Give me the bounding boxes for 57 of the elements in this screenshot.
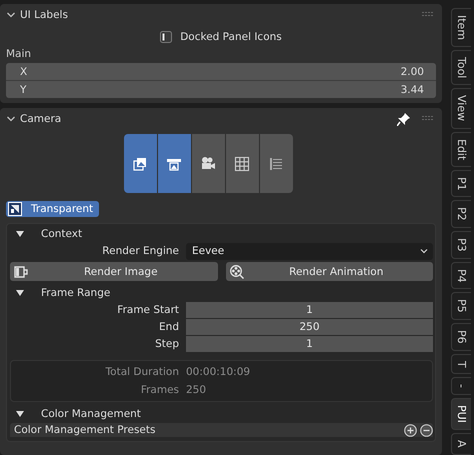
subpanel-title[interactable]: Frame Range: [41, 286, 110, 298]
sidebar-tab[interactable]: -: [451, 377, 471, 396]
list-icon: [268, 156, 284, 172]
panel-title[interactable]: UI Labels: [20, 9, 418, 21]
movie-camera-icon: [200, 156, 216, 172]
field-label: Render Engine: [101, 245, 180, 257]
sidebar-tab[interactable]: PUI: [451, 398, 471, 430]
checkbox[interactable]: [160, 31, 172, 43]
film-reel-icon: [230, 264, 244, 278]
mode-button[interactable]: [124, 134, 156, 193]
number-field[interactable]: X 2.00: [6, 63, 436, 80]
group-label: Main: [5, 47, 32, 61]
sidebar-tab[interactable]: Edit: [451, 132, 471, 167]
sidebar-tab[interactable]: T: [451, 354, 471, 374]
sidebar-tab[interactable]: View: [451, 88, 471, 129]
checkbox-label: Docked Panel Icons: [180, 31, 282, 43]
sidebar-tab[interactable]: P1: [451, 170, 471, 198]
field-label: Step: [154, 338, 180, 350]
add-icon[interactable]: [404, 424, 417, 436]
mode-button[interactable]: [260, 134, 292, 193]
transparency-icon: [8, 202, 22, 216]
render-image-button[interactable]: Render Image: [10, 262, 218, 281]
mode-button[interactable]: [226, 134, 258, 193]
info-value: 250: [186, 384, 206, 396]
remove-icon[interactable]: [420, 424, 433, 436]
mode-button[interactable]: [158, 134, 190, 193]
subpanel-title[interactable]: Color Management: [41, 408, 141, 420]
number-field[interactable]: Y 3.44: [6, 81, 436, 98]
sidebar-tab[interactable]: P4: [451, 262, 471, 290]
info-label: Frames: [140, 384, 180, 396]
info-label: Total Duration: [104, 366, 180, 378]
drag-grip-icon: [422, 115, 434, 123]
sidebar-tab[interactable]: P6: [451, 323, 471, 351]
sidebar-tab[interactable]: Item: [451, 8, 471, 48]
field-label: End: [158, 321, 180, 333]
grid-icon: [234, 156, 250, 172]
number-field[interactable]: 250: [186, 319, 433, 335]
subpanel-title[interactable]: Context: [41, 228, 82, 240]
pin-icon[interactable]: [397, 112, 410, 126]
number-field[interactable]: 1: [186, 302, 433, 318]
sidebar-tab[interactable]: Tool: [451, 50, 471, 86]
sidebar-tab[interactable]: P3: [451, 231, 471, 259]
mode-button[interactable]: [192, 134, 224, 193]
number-field[interactable]: 1: [186, 336, 433, 352]
sidebar-tab[interactable]: A: [451, 433, 471, 455]
images-icon: [132, 156, 148, 172]
toggle-button[interactable]: Transparent: [6, 201, 100, 217]
panel-title[interactable]: Camera: [20, 113, 393, 125]
info-value: 00:00:10:09: [186, 366, 250, 378]
drag-grip-icon: [422, 11, 434, 19]
caret-icon: [420, 248, 428, 254]
sidebar-tab[interactable]: P2: [451, 200, 471, 228]
render-animation-button[interactable]: Render Animation: [226, 262, 433, 281]
field-label: Frame Start: [116, 304, 180, 316]
dropdown[interactable]: Eevee: [186, 242, 433, 260]
cup-icon: [14, 264, 28, 278]
sidebar-tab[interactable]: P5: [451, 292, 471, 320]
